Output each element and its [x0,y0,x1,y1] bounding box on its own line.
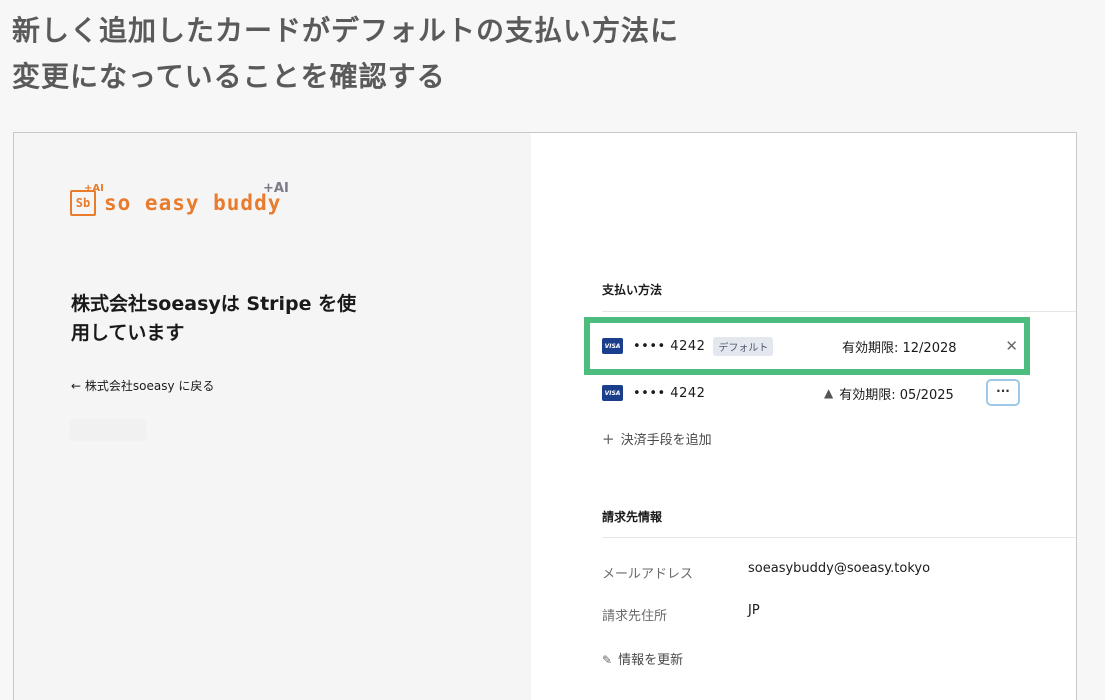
visa-card-icon: VISA [602,385,623,401]
back-to-merchant-link[interactable]: ← 株式会社soeasy に戻る [71,377,214,394]
headline-line-1: 新しく追加したカードがデフォルトの支払い方法に [12,14,680,47]
card-expiry: ▲ 有効期限: 05/2025 [824,384,954,403]
add-payment-method-link[interactable]: + 決済手段を追加 [602,429,712,448]
divider [602,311,1076,312]
merchant-pane: +AI Sb so easy buddy +AI 株式会社soeasyは Str… [14,133,531,700]
page-headline: 新しく追加したカードがデフォルトの支払い方法に 変更になっていることを確認する [12,8,679,100]
add-payment-method-label: 決済手段を追加 [620,433,712,448]
warning-icon: ▲ [824,386,834,400]
more-icon[interactable]: ··· [986,379,1020,406]
logo-text: so easy buddy [104,191,282,215]
divider [602,537,1076,538]
billing-info-title: 請求先情報 [602,510,663,524]
email-label: メールアドレス [602,567,694,582]
address-label: 請求先住所 [602,609,668,624]
email-value: soeasybuddy@soeasy.tokyo [748,561,931,576]
update-info-link[interactable]: ✎ 情報を更新 [602,649,683,668]
headline-line-2: 変更になっていることを確認する [12,60,446,93]
faint-placeholder [70,419,146,441]
card-expiry-text: 有効期限: 05/2025 [839,387,954,403]
payment-methods-title: 支払い方法 [602,283,663,297]
plus-icon: + [602,430,615,448]
payment-method-row-second[interactable]: VISA •••• 4242 ▲ 有効期限: 05/2025 ··· [602,373,1020,413]
logo-mark-icon: Sb [70,190,96,216]
merchant-logo: +AI Sb so easy buddy +AI [70,181,330,223]
card-number: •••• 4242 [633,385,706,401]
stripe-portal-screenshot: +AI Sb so easy buddy +AI 株式会社soeasyは Str… [13,132,1077,700]
merchant-heading: 株式会社soeasyは Stripe を使用しています [71,293,357,344]
update-info-label: 情報を更新 [618,653,684,668]
pencil-icon: ✎ [602,653,613,667]
default-card-highlight [584,317,1030,375]
logo-ai-label: +AI [263,181,289,196]
portal-pane: 支払い方法 VISA •••• 4242 デフォルト 有効期限: 12/2028… [531,133,1076,700]
address-value: JP [748,603,760,618]
